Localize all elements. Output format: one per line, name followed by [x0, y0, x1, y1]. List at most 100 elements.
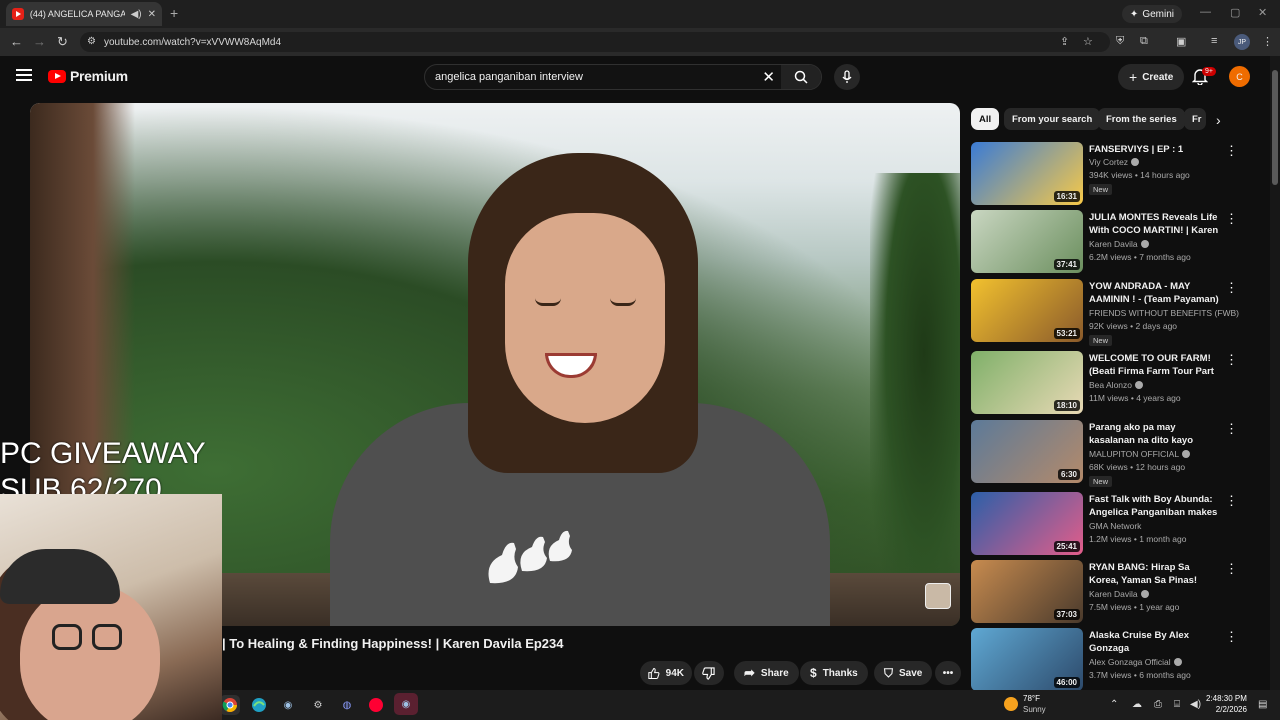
site-info-icon[interactable]: ⚙: [87, 36, 96, 47]
discord-taskbar-icon[interactable]: ◍: [337, 695, 357, 715]
chip-from-the-series[interactable]: From the series: [1098, 108, 1185, 130]
app-taskbar-icon[interactable]: ⚙: [308, 695, 328, 715]
share-button[interactable]: ➦ Share: [734, 661, 799, 685]
window-close-icon[interactable]: ✕: [1258, 6, 1267, 19]
reading-list-icon[interactable]: ≡: [1211, 35, 1217, 47]
chrome-taskbar-icon[interactable]: [220, 695, 240, 715]
recommendation-title[interactable]: Parang ako pa may kasalanan na dito kayo…: [1089, 421, 1221, 447]
recommendation-item[interactable]: 37:03 RYAN BANG: Hirap Sa Korea, Yaman S…: [971, 560, 1246, 624]
video-thumbnail[interactable]: 6:30: [971, 420, 1083, 483]
taskbar-clock[interactable]: 2:48:30 PM 2/2/2026: [1206, 693, 1247, 715]
recommendation-item[interactable]: 37:41 JULIA MONTES Reveals Life With COC…: [971, 210, 1246, 274]
recommendation-title[interactable]: Fast Talk with Boy Abunda: Angelica Pang…: [1089, 493, 1221, 519]
search-box[interactable]: angelica panganiban interview ✕: [424, 64, 822, 90]
recommendation-item[interactable]: 53:21 YOW ANDRADA - MAY AAMININ ! - (Tea…: [971, 279, 1246, 346]
tab-close-icon[interactable]: ✕: [148, 9, 156, 20]
more-vertical-icon[interactable]: ⋮: [1225, 143, 1238, 159]
search-button[interactable]: [781, 65, 821, 89]
tab-audio-icon[interactable]: ◀): [131, 9, 142, 20]
address-bar[interactable]: ⚙ youtube.com/watch?v=xVVWW8AqMd4: [80, 32, 1110, 52]
chip-partial[interactable]: Fr: [1184, 108, 1206, 130]
recommendation-title[interactable]: JULIA MONTES Reveals Life With COCO MART…: [1089, 211, 1221, 237]
recommendation-item[interactable]: 18:10 WELCOME TO OUR FARM! (Beati Firma …: [971, 351, 1246, 415]
shield-extension-icon[interactable]: ⛨: [1116, 35, 1124, 48]
recommendation-channel[interactable]: Viy Cortez: [1089, 157, 1140, 167]
chevron-right-icon[interactable]: ›: [1216, 112, 1221, 128]
recommendation-channel[interactable]: Karen Davila: [1089, 239, 1149, 249]
reload-icon[interactable]: ↻: [57, 34, 68, 50]
video-thumbnail[interactable]: 37:03: [971, 560, 1083, 623]
hamburger-menu-icon[interactable]: [16, 69, 32, 81]
scrollbar-thumb[interactable]: [1272, 70, 1278, 185]
more-vertical-icon[interactable]: ⋮: [1225, 493, 1238, 509]
notification-center-icon[interactable]: ▤: [1258, 699, 1267, 710]
more-vertical-icon[interactable]: ⋮: [1225, 561, 1238, 577]
voice-search-button[interactable]: [834, 64, 860, 90]
create-button[interactable]: + Create: [1118, 64, 1185, 90]
youtube-premium-logo[interactable]: Premium: [48, 68, 128, 84]
more-vertical-icon[interactable]: ⋮: [1225, 280, 1238, 296]
video-thumbnail[interactable]: 16:31: [971, 142, 1083, 205]
forward-icon[interactable]: →: [33, 34, 46, 49]
minimize-icon[interactable]: —: [1200, 6, 1211, 18]
tab-search-icon[interactable]: ▣: [1176, 35, 1186, 48]
recommendation-item[interactable]: 46:00 Alaska Cruise By Alex Gonzaga Alex…: [971, 628, 1246, 692]
more-vertical-icon[interactable]: ⋮: [1225, 352, 1238, 368]
recommendation-channel[interactable]: MALUPITON OFFICIAL: [1089, 449, 1191, 459]
recommendation-channel[interactable]: Bea Alonzo: [1089, 380, 1144, 390]
video-thumbnail[interactable]: 37:41: [971, 210, 1083, 273]
steam-taskbar-icon[interactable]: ◉: [278, 695, 298, 715]
chip-from-your-search[interactable]: From your search: [1004, 108, 1101, 130]
recommendation-title[interactable]: WELCOME TO OUR FARM! (Beati Firma Farm T…: [1089, 352, 1221, 378]
chip-all[interactable]: All: [971, 108, 1000, 130]
more-vertical-icon[interactable]: ⋮: [1225, 421, 1238, 437]
video-thumbnail[interactable]: 53:21: [971, 279, 1083, 342]
user-avatar[interactable]: C: [1229, 66, 1250, 87]
maximize-icon[interactable]: ▢: [1230, 6, 1240, 19]
video-thumbnail[interactable]: 18:10: [971, 351, 1083, 414]
back-icon[interactable]: ←: [10, 34, 23, 49]
recommendation-item[interactable]: 16:31 FANSERVIYS | EP : 1 Viy Cortez 394…: [971, 142, 1246, 206]
profile-avatar[interactable]: JP: [1234, 34, 1250, 50]
video-thumbnail[interactable]: 25:41: [971, 492, 1083, 555]
video-thumbnail[interactable]: 46:00: [971, 628, 1083, 691]
browser-tab[interactable]: (44) ANGELICA PANGANIBAN ◀) ✕: [6, 2, 162, 26]
edge-taskbar-icon[interactable]: [249, 695, 269, 715]
gemini-button[interactable]: ✦ Gemini: [1121, 5, 1182, 23]
more-vertical-icon[interactable]: ⋮: [1225, 211, 1238, 227]
recommendation-title[interactable]: FANSERVIYS | EP : 1: [1089, 143, 1221, 156]
weather-widget[interactable]: 78°F Sunny: [1004, 693, 1046, 715]
recommendation-channel[interactable]: Alex Gonzaga Official: [1089, 657, 1182, 667]
recommendation-channel[interactable]: GMA Network: [1089, 521, 1141, 531]
recommendation-item[interactable]: 25:41 Fast Talk with Boy Abunda: Angelic…: [971, 492, 1246, 556]
tray-app-icon[interactable]: ☁: [1132, 699, 1142, 710]
active-app-taskbar-icon[interactable]: ◉: [394, 693, 418, 715]
chrome-menu-icon[interactable]: ⋮: [1262, 35, 1273, 48]
youtube-music-taskbar-icon[interactable]: [366, 695, 386, 715]
new-tab-button[interactable]: +: [170, 5, 178, 21]
more-actions-button[interactable]: •••: [935, 661, 961, 685]
recommendation-title[interactable]: YOW ANDRADA - MAY AAMININ ! - (Team Paya…: [1089, 280, 1221, 306]
recommendation-channel[interactable]: Karen Davila: [1089, 589, 1149, 599]
dislike-button[interactable]: [694, 661, 724, 685]
create-label: Create: [1142, 71, 1174, 83]
clear-search-icon[interactable]: ✕: [762, 68, 775, 86]
recommendation-title[interactable]: Alaska Cruise By Alex Gonzaga: [1089, 629, 1221, 655]
search-input[interactable]: angelica panganiban interview: [435, 71, 583, 83]
save-button[interactable]: ⛉ Save: [874, 661, 933, 685]
volume-icon[interactable]: ◀): [1190, 699, 1201, 710]
recommendation-channel[interactable]: FRIENDS WITHOUT BENEFITS (FWB): [1089, 308, 1239, 318]
search-icon: [794, 70, 808, 84]
tray-chevron-up-icon[interactable]: ⌃: [1110, 699, 1118, 710]
recommendation-title[interactable]: RYAN BANG: Hirap Sa Korea, Yaman Sa Pina…: [1089, 561, 1221, 587]
thanks-button[interactable]: $ Thanks: [800, 661, 868, 685]
bookmark-star-icon[interactable]: ☆: [1083, 35, 1093, 48]
like-button[interactable]: 94K: [640, 661, 692, 685]
install-icon[interactable]: ⇪: [1060, 35, 1069, 48]
channel-watermark[interactable]: [925, 583, 951, 609]
recommendation-item[interactable]: 6:30 Parang ako pa may kasalanan na dito…: [971, 420, 1246, 487]
extensions-icon[interactable]: ⧉: [1140, 35, 1148, 48]
tray-mic-icon[interactable]: ⎙: [1154, 699, 1162, 710]
more-vertical-icon[interactable]: ⋮: [1225, 629, 1238, 645]
network-icon[interactable]: ⌸: [1174, 699, 1180, 710]
